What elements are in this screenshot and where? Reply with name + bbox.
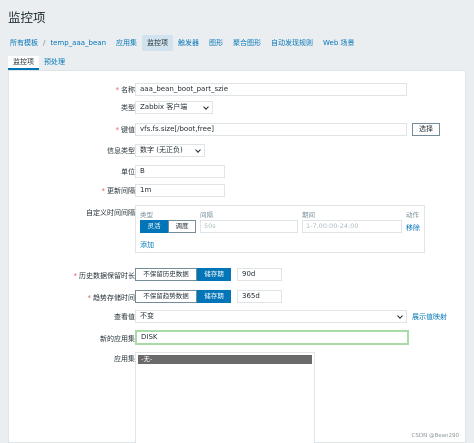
- chevron-down-icon: [397, 313, 403, 319]
- type-select[interactable]: Zabbix 客户端: [135, 101, 213, 114]
- breadcrumb-template[interactable]: temp_aaa_bean: [45, 35, 111, 51]
- key-select-button[interactable]: 选择: [412, 123, 440, 136]
- breadcrumb-all-templates[interactable]: 所有模板: [0, 35, 43, 51]
- breadcrumb: 所有模板 / temp_aaa_bean 应用集 监控项 触发器 图形 聚合图形…: [0, 35, 474, 51]
- history-no-keep-toggle[interactable]: 不保留历史数据: [135, 268, 197, 281]
- col-period-header: 期间: [302, 211, 315, 219]
- trend-keep-toggle[interactable]: 储存期: [197, 290, 231, 303]
- chevron-down-icon: [203, 104, 209, 110]
- custom-interval-label: 自定义时间间隔: [86, 209, 135, 217]
- breadcrumb-applications[interactable]: 应用集: [111, 35, 142, 51]
- unit-input[interactable]: B: [135, 165, 225, 178]
- show-value-mappings-link[interactable]: 展示值映射: [412, 312, 447, 322]
- scheduling-toggle[interactable]: 调度: [168, 220, 196, 233]
- interval-field[interactable]: 50s: [200, 220, 298, 233]
- history-value-input[interactable]: 90d: [237, 268, 282, 281]
- info-type-label: 信息类型: [107, 147, 135, 155]
- apps-label: 应用集: [114, 355, 135, 363]
- required-mark: *: [73, 272, 78, 280]
- type-label: 类型: [121, 104, 135, 112]
- key-label: * 键值: [115, 126, 136, 134]
- update-interval-label: * 更新间隔: [101, 187, 136, 195]
- flexible-toggle[interactable]: 灵活: [140, 220, 168, 233]
- chevron-down-icon: [195, 147, 201, 153]
- tab-preprocessing[interactable]: 预处理: [39, 56, 70, 70]
- breadcrumb-screens[interactable]: 聚合图形: [228, 35, 266, 51]
- tab-item[interactable]: 监控项: [8, 56, 39, 70]
- required-mark: *: [87, 294, 92, 302]
- trend-value-input[interactable]: 365d: [237, 290, 282, 303]
- history-keep-toggle[interactable]: 储存期: [197, 268, 231, 281]
- add-interval-link[interactable]: 添加: [140, 240, 154, 250]
- info-type-select[interactable]: 数字 (无正负): [135, 144, 205, 157]
- new-app-label: 新的应用集: [100, 335, 135, 343]
- valuemap-select[interactable]: 不变: [135, 310, 407, 323]
- col-type-header: 类型: [140, 211, 153, 219]
- breadcrumb-discovery-rules[interactable]: 自动发现规则: [266, 35, 318, 51]
- key-input[interactable]: vfs.fs.size[/boot,free]: [135, 123, 407, 136]
- custom-interval-table: 类型 间隔 期间 动作 灵活 调度 50s 1-7,00:00-24:00 移除…: [135, 205, 425, 253]
- trend-no-keep-toggle[interactable]: 不保留趋势数据: [135, 290, 197, 303]
- applications-listbox[interactable]: -无-: [135, 352, 315, 443]
- valuemap-label: 查看值: [114, 313, 135, 321]
- breadcrumb-triggers[interactable]: 触发器: [173, 35, 204, 51]
- name-label: * 名称: [115, 86, 136, 94]
- name-input[interactable]: aaa_bean_boot_part_szie: [135, 83, 407, 96]
- remove-interval-link[interactable]: 移除: [406, 223, 420, 233]
- unit-label: 单位: [121, 168, 135, 176]
- required-mark: *: [101, 187, 106, 195]
- breadcrumb-web-scenarios[interactable]: Web 场景: [318, 35, 360, 51]
- breadcrumb-items[interactable]: 监控项: [142, 35, 174, 51]
- required-mark: *: [115, 86, 120, 94]
- list-item[interactable]: -无-: [138, 355, 312, 364]
- period-field[interactable]: 1-7,00:00-24:00: [302, 220, 402, 233]
- form-tabs: 监控项 预处理: [8, 56, 70, 70]
- col-interval-header: 间隔: [200, 211, 213, 219]
- trend-label: * 趋势存储时间: [87, 294, 136, 302]
- breadcrumb-graphs[interactable]: 图形: [204, 35, 228, 51]
- item-form: * 名称 aaa_bean_boot_part_szie 类型 Zabbix 客户…: [8, 70, 466, 443]
- page-title: 监控项: [8, 10, 46, 25]
- update-interval-input[interactable]: 1m: [135, 184, 225, 197]
- col-action-header: 动作: [406, 211, 419, 219]
- watermark: CSDN @Bean290: [411, 433, 459, 439]
- required-mark: *: [115, 126, 120, 134]
- history-label: * 历史数据保留时长: [73, 272, 136, 280]
- new-application-input[interactable]: DISK: [135, 330, 409, 345]
